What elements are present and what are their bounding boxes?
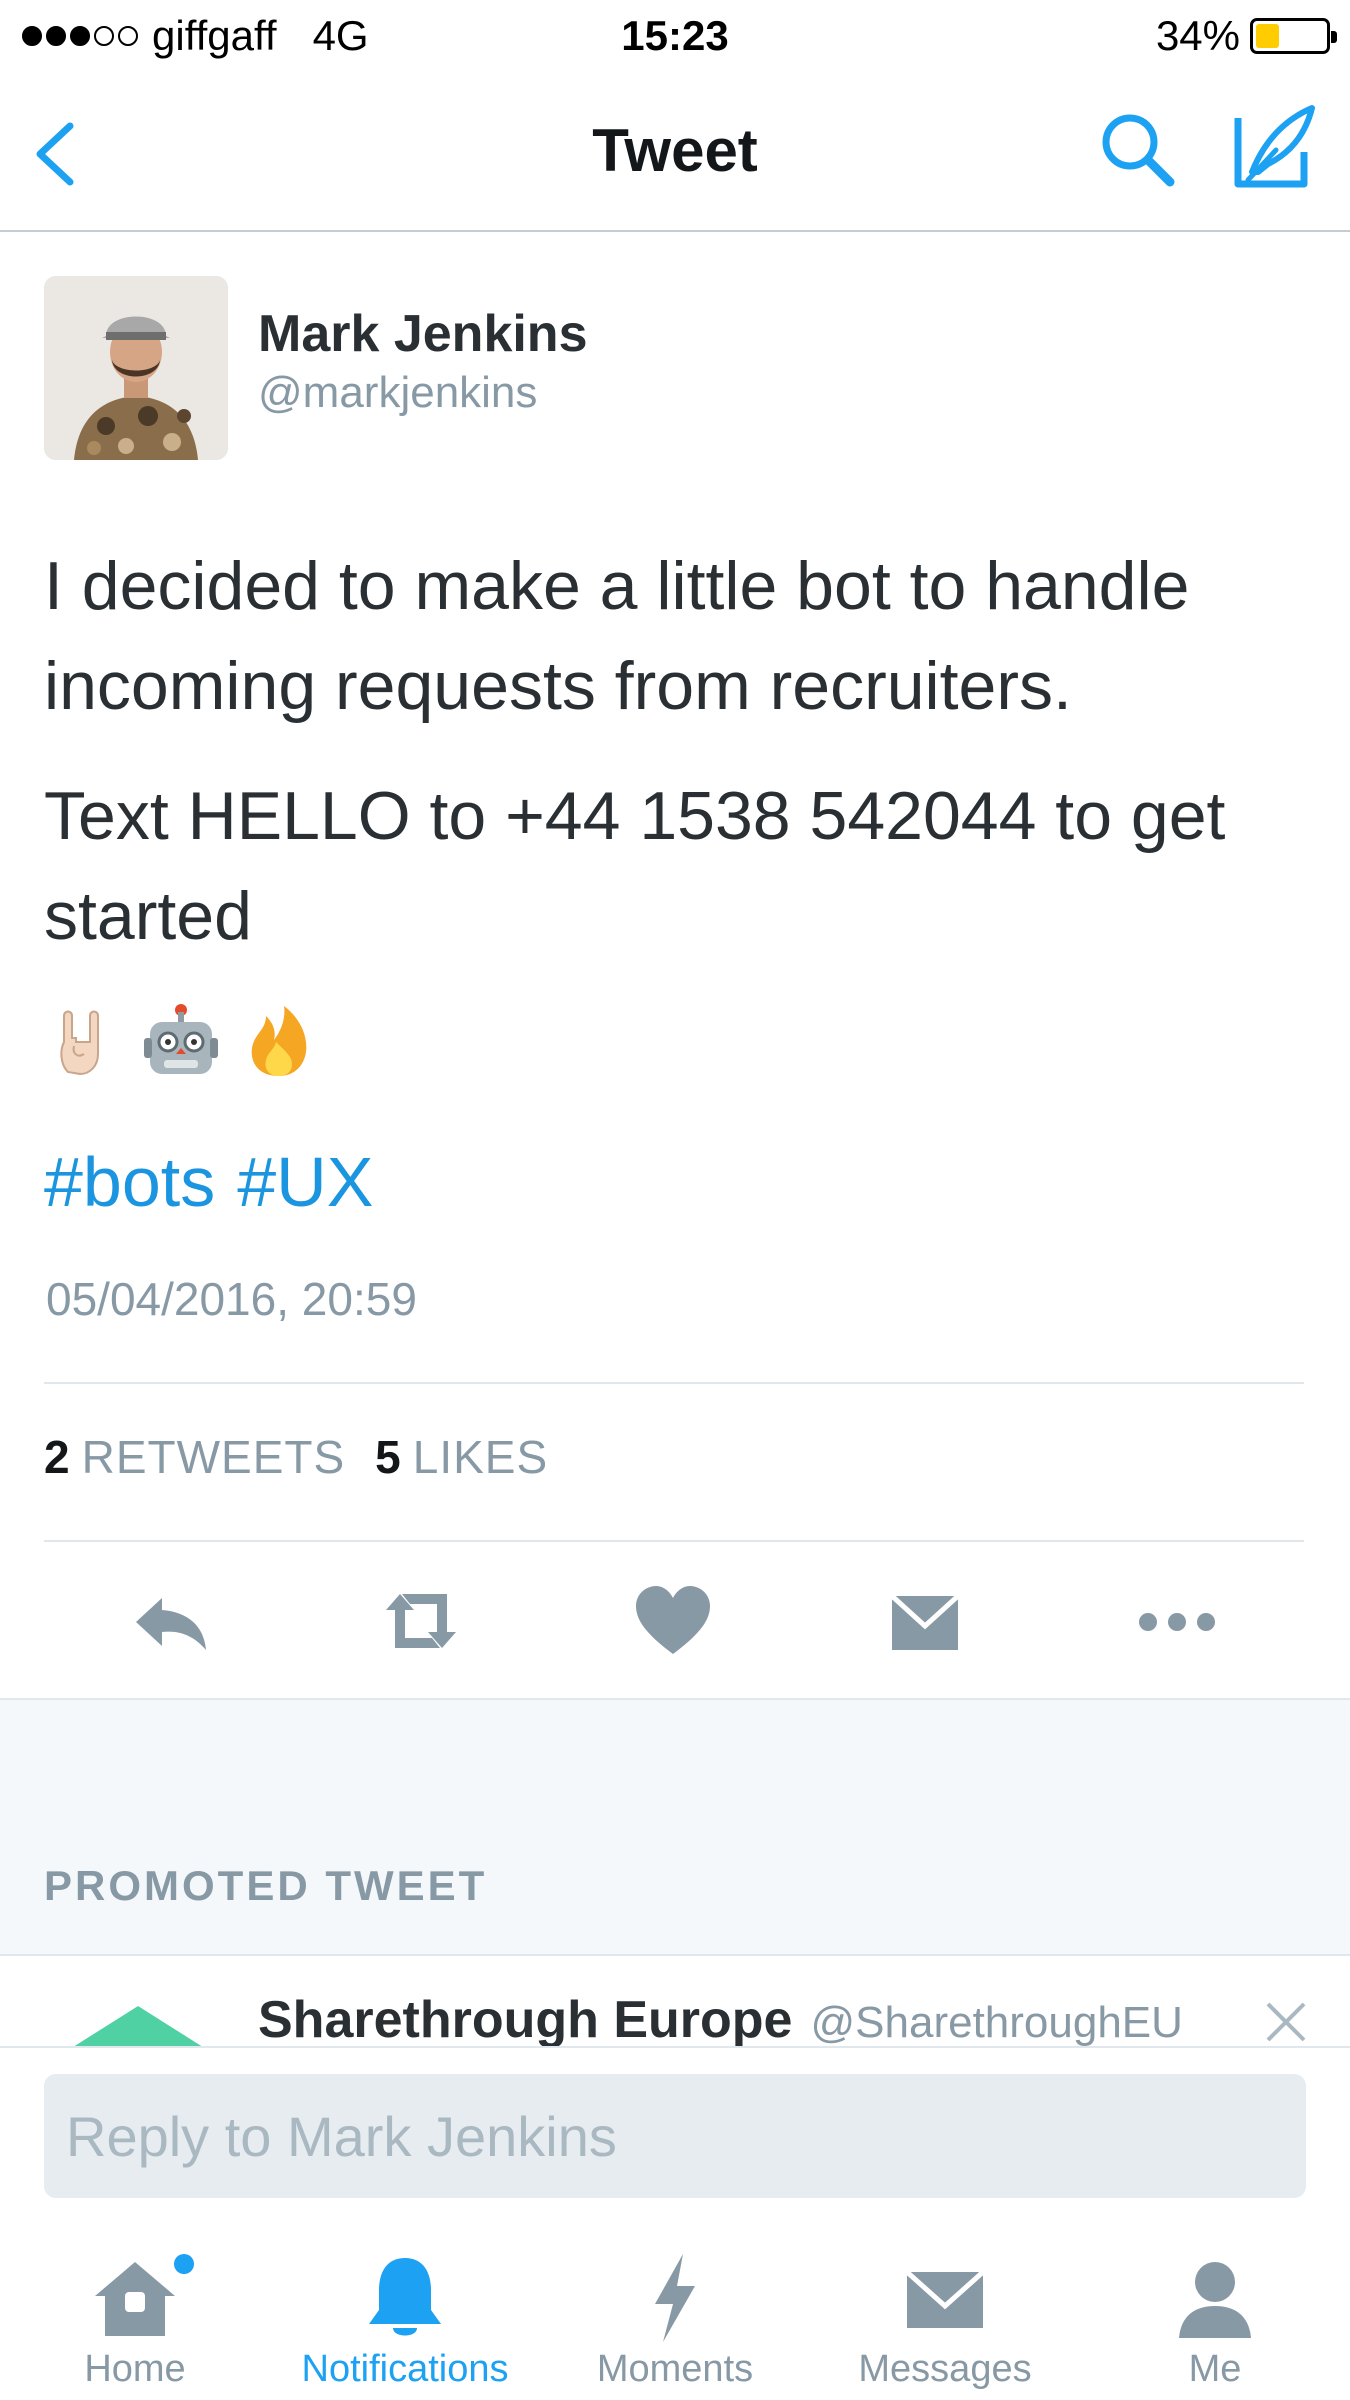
navigation-bar: Tweet [0,72,1350,232]
tab-bar: Home Notifications Moments Messages Me [0,2226,1350,2400]
reply-bar [0,2046,1350,2226]
status-right: 34% [1155,12,1337,60]
envelope-icon [895,2248,995,2348]
status-bar: giffgaff 4G 15:23 34% [0,0,1350,72]
like-icon[interactable] [628,1576,718,1666]
likes-label[interactable]: LIKES [413,1430,548,1484]
hashtag-link[interactable]: #UX [237,1142,373,1222]
notification-dot [174,2254,194,2274]
likes-count[interactable]: 5 [375,1430,401,1484]
close-icon[interactable] [1262,1998,1310,2046]
promoted-tweet[interactable]: Sharethrough Europe @SharethroughEU [0,1958,1350,2046]
battery-percent: 34% [1155,12,1240,59]
tab-messages[interactable]: Messages [810,2226,1080,2400]
retweets-label[interactable]: RETWEETS [82,1430,346,1484]
divider [44,1540,1304,1542]
reply-input[interactable] [44,2074,1306,2198]
retweet-icon[interactable] [376,1576,466,1666]
reply-icon[interactable] [126,1576,216,1666]
avatar[interactable] [44,276,228,460]
tweet-text: I decided to make a little bot to handle… [44,536,1324,996]
bell-icon [355,2248,455,2348]
author-name[interactable]: Mark Jenkins [258,304,588,364]
home-icon [85,2248,185,2348]
tab-label: Moments [596,2348,754,2390]
tab-label: Notifications [301,2348,509,2390]
tab-home[interactable]: Home [0,2226,270,2400]
tab-me[interactable]: Me [1080,2226,1350,2400]
promoted-author-name: Sharethrough Europe [258,1991,793,2046]
hashtag-link[interactable]: #bots [44,1142,215,1222]
promoted-section-header: PROMOTED TWEET [0,1698,1350,1956]
tab-notifications[interactable]: Notifications [270,2226,540,2400]
person-icon [1165,2248,1265,2348]
tab-label: Me [1188,2348,1242,2390]
tweet-timestamp: 05/04/2016, 20:59 [46,1273,417,1325]
author-handle[interactable]: @markjenkins [258,368,537,418]
fire-icon [240,1002,318,1085]
promoted-author[interactable]: Sharethrough Europe @SharethroughEU [258,1990,1183,2046]
battery-icon [1250,18,1337,54]
sharethrough-logo-icon [62,2006,214,2046]
promoted-label: PROMOTED TWEET [44,1862,488,1909]
robot-face-icon [142,1002,220,1085]
tweet-paragraph: Text HELLO to +44 1538 542044 to get sta… [44,778,1226,954]
status-time: 15:23 [621,12,729,59]
tweet-paragraph: I decided to make a little bot to handle… [44,548,1190,724]
tab-moments[interactable]: Moments [540,2226,810,2400]
tab-label: Messages [858,2348,1032,2390]
tab-label: Home [84,2348,186,2390]
divider [44,1382,1304,1384]
search-icon[interactable] [1096,108,1180,192]
lightning-icon [625,2248,725,2348]
hashtags: #bots #UX [44,1142,373,1222]
promoted-author-handle: @SharethroughEU [810,1998,1183,2046]
retweets-count[interactable]: 2 [44,1430,70,1484]
more-icon[interactable] [1132,1576,1222,1666]
compose-icon[interactable] [1228,102,1318,192]
emoji-row [44,1002,318,1085]
sign-of-the-horns-icon [44,1002,122,1085]
direct-message-icon[interactable] [880,1576,970,1666]
tweet-actions [0,1576,1350,1666]
tweet-stats: 2 RETWEETS 5 LIKES [44,1430,578,1484]
